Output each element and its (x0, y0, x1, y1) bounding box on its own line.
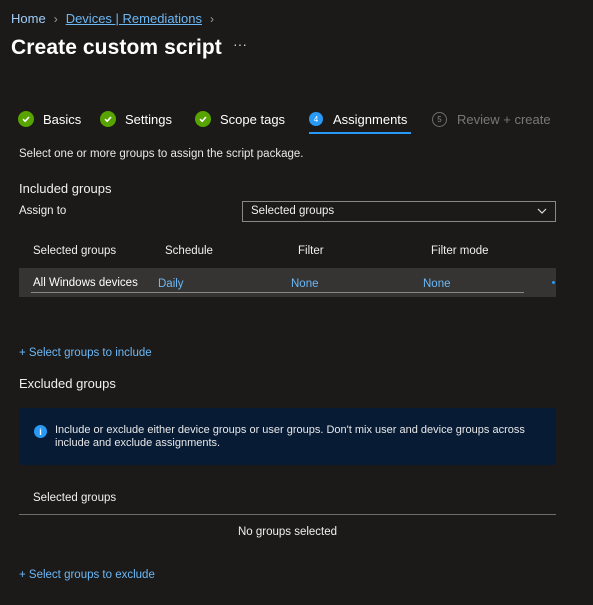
row-divider (31, 292, 524, 293)
column-header-schedule: Schedule (165, 245, 213, 257)
column-header-filter-mode: Filter mode (431, 245, 489, 257)
chevron-right-icon: › (210, 11, 215, 26)
page-title: Create custom script (11, 36, 222, 59)
step-description: Select one or more groups to assign the … (19, 148, 304, 160)
step-label: Settings (125, 111, 172, 127)
step-number-badge: 5 (432, 111, 447, 127)
step-review-create[interactable]: 5 Review + create (432, 109, 551, 129)
checkmark-icon (100, 111, 116, 127)
step-label: Assignments (333, 111, 408, 127)
excluded-groups-heading: Excluded groups (19, 376, 116, 391)
info-icon: i (34, 425, 47, 438)
info-banner-text: Include or exclude either device groups … (55, 424, 525, 449)
chevron-right-icon: › (53, 11, 58, 26)
step-basics[interactable]: Basics (18, 109, 81, 129)
column-header-filter: Filter (298, 245, 324, 257)
row-overflow-indicator (552, 281, 555, 284)
assign-to-dropdown[interactable]: Selected groups (242, 201, 556, 222)
breadcrumb: Home › Devices | Remediations › (11, 11, 222, 26)
checkmark-icon (18, 111, 34, 127)
dropdown-value: Selected groups (251, 205, 335, 217)
active-step-indicator (309, 132, 411, 134)
breadcrumb-devices[interactable]: Devices | Remediations (66, 11, 202, 26)
cell-group: All Windows devices (33, 277, 138, 289)
select-groups-to-exclude-link[interactable]: + Select groups to exclude (19, 569, 155, 581)
step-label: Review + create (457, 111, 551, 127)
column-header-selected-groups: Selected groups (33, 492, 117, 504)
included-groups-heading: Included groups (19, 181, 112, 196)
filter-link[interactable]: None (291, 278, 319, 290)
step-scope-tags[interactable]: Scope tags (195, 109, 285, 129)
chevron-down-icon (537, 208, 547, 214)
checkmark-icon (195, 111, 211, 127)
filter-mode-link[interactable]: None (423, 278, 451, 290)
empty-state-text: No groups selected (237, 526, 338, 538)
assign-to-label: Assign to (19, 205, 67, 217)
step-assignments[interactable]: 4 Assignments (309, 109, 407, 129)
step-label: Scope tags (220, 111, 286, 127)
step-number-badge: 4 (309, 112, 323, 126)
breadcrumb-home[interactable]: Home (11, 11, 46, 26)
more-options-button[interactable]: ··· (233, 36, 247, 52)
step-settings[interactable]: Settings (100, 109, 172, 129)
step-label: Basics (43, 111, 82, 127)
select-groups-to-include-link[interactable]: + Select groups to include (19, 347, 152, 359)
info-banner: i Include or exclude either device group… (19, 408, 556, 465)
table-header-divider (19, 514, 556, 515)
schedule-link[interactable]: Daily (158, 278, 184, 290)
column-header-selected-groups: Selected groups (33, 245, 117, 257)
